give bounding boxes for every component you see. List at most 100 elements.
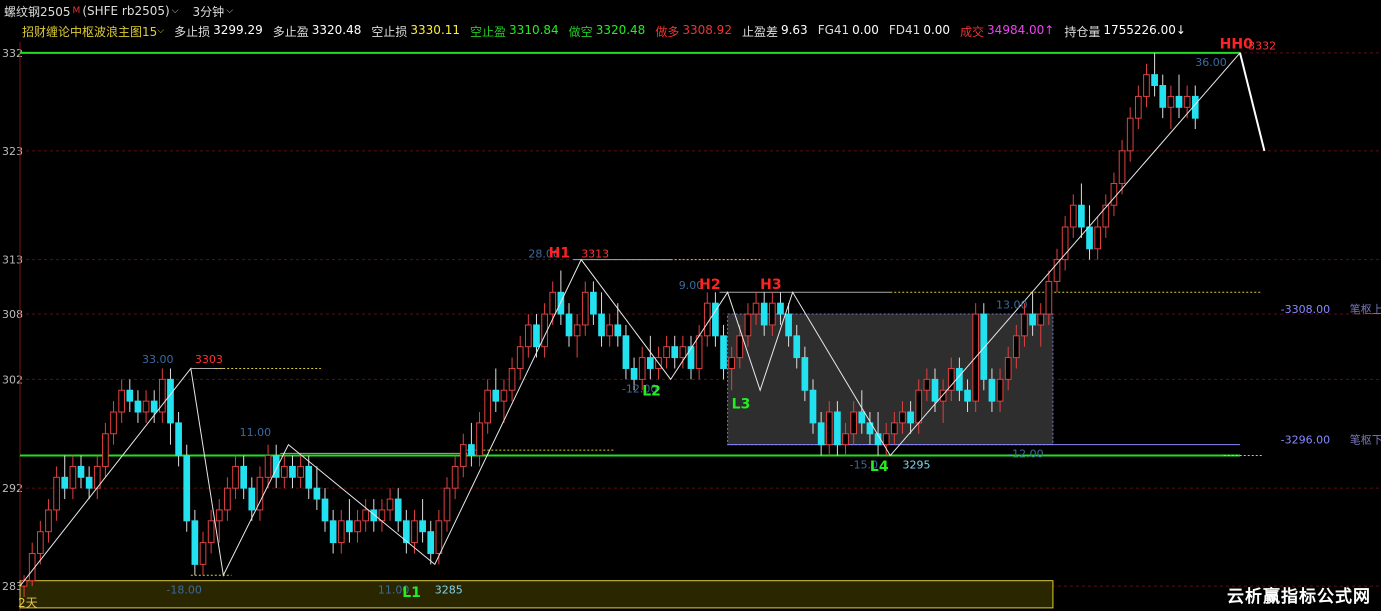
chart-annotation: 11.00 [240, 426, 272, 439]
range-days-label: 2天 [18, 596, 38, 610]
candle-up [581, 291, 589, 326]
candle-down [777, 302, 784, 315]
candle-up [541, 313, 548, 348]
candle-up [199, 542, 207, 565]
candle-down [468, 444, 475, 457]
candle-up [663, 346, 670, 359]
candle-down [785, 313, 792, 337]
candle-down [858, 411, 866, 424]
candle-down [988, 378, 996, 402]
candle-down [931, 378, 939, 402]
candle-down [77, 465, 85, 478]
candle-down [622, 335, 630, 369]
candle-down [183, 455, 191, 522]
candle-up [500, 389, 508, 402]
candle-up [435, 520, 443, 554]
candle-up [606, 324, 614, 337]
candle-down [329, 520, 337, 544]
candle-up [1004, 357, 1012, 380]
candle-up [207, 520, 215, 544]
candle-down [61, 476, 69, 489]
candle-up [1094, 226, 1102, 250]
candle-down [126, 389, 134, 402]
chart-annotation: L2 [642, 384, 661, 400]
candle-up [264, 455, 272, 478]
chart-annotation: H3 [760, 277, 781, 293]
candle-up [215, 509, 223, 522]
chart-annotation: L3 [732, 397, 751, 413]
candle-down [809, 389, 817, 424]
chart-annotation: -18.00 [166, 584, 201, 597]
candle-up [28, 552, 36, 582]
candle-up [736, 335, 744, 359]
candle-down [427, 531, 435, 554]
candle-down [1151, 74, 1158, 87]
chart-annotation: 3313 [581, 247, 609, 260]
candle-up [728, 357, 736, 369]
bi-stroke-line [19, 51, 1265, 587]
candle-up [1069, 204, 1077, 228]
candle-up [1167, 95, 1175, 108]
candle-up [1045, 280, 1053, 315]
candle-up [232, 465, 239, 489]
candle-up [297, 465, 304, 478]
candle-down [614, 324, 622, 337]
chart-annotation: H2 [699, 277, 720, 293]
candle-up [484, 389, 492, 424]
candle-up [573, 324, 581, 337]
chart-annotation: 笔枢上沿 [1350, 302, 1381, 316]
candle-down [687, 346, 695, 369]
candle-down [630, 367, 638, 380]
candle-up [825, 411, 833, 446]
candle-down [346, 520, 353, 533]
candle-down [1078, 204, 1085, 228]
candle-up [752, 302, 760, 315]
candle-up [1012, 335, 1020, 359]
chart-annotation: L4 [870, 459, 889, 475]
candle-up [549, 291, 557, 315]
zhongshu-box [727, 313, 1054, 446]
candle-up [354, 520, 361, 533]
candle-down [248, 487, 256, 511]
candle-down [907, 411, 914, 424]
candle-up [280, 465, 288, 478]
chart-annotation: 13.00 [996, 299, 1028, 312]
candle-up [1037, 313, 1045, 326]
candle-down [671, 346, 679, 359]
candle-down [565, 313, 573, 337]
candle-down [834, 411, 841, 446]
candle-up [362, 509, 370, 522]
candle-down [760, 302, 768, 326]
chart-annotation: H1 [549, 245, 570, 261]
candle-up [118, 389, 126, 413]
chart-annotation: 3332 [1248, 40, 1276, 53]
candle-up [996, 378, 1004, 402]
chart-annotation: 33.00 [142, 353, 174, 366]
chart-annotation: -12.00 [1008, 448, 1043, 461]
candle-down [557, 291, 565, 315]
price-chart[interactable]: 28329230230831332333233.00 330311.00-18.0… [0, 0, 1381, 611]
chart-annotation: 36.00 [1195, 56, 1227, 69]
candle-up [443, 487, 451, 522]
candle-down [956, 367, 963, 391]
candle-up [768, 302, 776, 326]
chart-annotation: L1 [402, 585, 421, 601]
candle-up [1183, 95, 1191, 108]
candle-up [1118, 150, 1126, 184]
candle-down [134, 400, 142, 413]
candle-up [850, 411, 858, 435]
candle-down [191, 520, 199, 565]
candle-down [1159, 85, 1167, 108]
chart-annotation: 笔枢下沿 [1350, 433, 1381, 447]
candle-up [411, 520, 418, 544]
candle-up [451, 465, 459, 489]
candle-down [419, 520, 426, 533]
candle-down [720, 335, 727, 369]
candle-down [167, 378, 174, 424]
chart-annotation: 3285 [435, 584, 463, 597]
candle-up [744, 313, 752, 337]
candle-down [394, 498, 402, 522]
candle-up [1143, 74, 1150, 97]
candle-up [923, 378, 931, 391]
candle-down [817, 422, 825, 446]
